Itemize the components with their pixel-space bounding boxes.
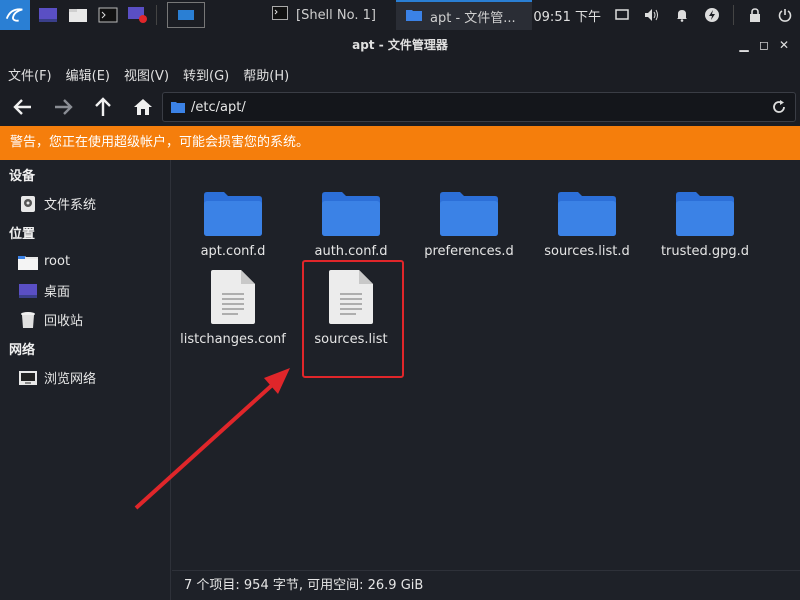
file-item-document[interactable]: listchanges.conf bbox=[174, 264, 292, 347]
panel-separator bbox=[733, 5, 734, 25]
workspace-switcher[interactable] bbox=[167, 2, 205, 28]
home-icon bbox=[134, 99, 152, 115]
location-path: /etc/apt/ bbox=[191, 99, 246, 115]
folder-icon bbox=[410, 176, 528, 236]
arrow-up-icon bbox=[95, 97, 111, 116]
file-name: sources.list.d bbox=[544, 244, 630, 259]
file-manager-launcher-icon[interactable] bbox=[66, 4, 90, 26]
screen-recorder-icon[interactable] bbox=[126, 4, 150, 26]
file-name: listchanges.conf bbox=[180, 332, 286, 347]
file-item-folder[interactable]: preferences.d bbox=[410, 176, 528, 259]
menu-bar: 文件(F) 编辑(E) 视图(V) 转到(G) 帮助(H) bbox=[0, 60, 800, 88]
kali-dragon-icon bbox=[5, 8, 23, 22]
power-manager-icon[interactable] bbox=[703, 6, 721, 24]
sidebar-section-network: 网络 bbox=[9, 343, 36, 358]
annotation-arrow-icon bbox=[134, 368, 290, 510]
menu-file[interactable]: 文件(F) bbox=[8, 65, 52, 84]
menu-go[interactable]: 转到(G) bbox=[183, 65, 229, 84]
volume-icon[interactable] bbox=[643, 6, 661, 24]
file-item-folder[interactable]: auth.conf.d bbox=[292, 176, 410, 259]
text-file-icon bbox=[174, 264, 292, 324]
arrow-right-icon bbox=[55, 99, 73, 115]
folder-icon bbox=[406, 8, 422, 25]
menu-help[interactable]: 帮助(H) bbox=[243, 65, 289, 84]
folder-icon bbox=[292, 176, 410, 236]
display-icon[interactable] bbox=[613, 6, 631, 24]
sidebar-section-places: 位置 bbox=[9, 227, 36, 242]
root-warning-banner: 警告，您正在使用超级帐户，可能会损害您的系统。 bbox=[0, 126, 800, 160]
drive-icon bbox=[18, 195, 38, 213]
sidebar-item-label: root bbox=[44, 254, 71, 269]
back-button[interactable] bbox=[6, 92, 40, 122]
file-name: sources.list bbox=[314, 332, 388, 347]
text-file-icon bbox=[292, 264, 410, 324]
taskbar-item-shell[interactable]: [Shell No. 1] bbox=[262, 0, 394, 30]
taskbar-item-label: [Shell No. 1] bbox=[296, 7, 376, 23]
notification-bell-icon[interactable] bbox=[673, 6, 691, 24]
folder-icon bbox=[646, 176, 764, 236]
folder-icon bbox=[171, 101, 185, 113]
menu-view[interactable]: 视图(V) bbox=[124, 65, 169, 84]
panel-separator bbox=[156, 5, 157, 25]
workspace-window-icon bbox=[178, 10, 194, 20]
terminal-icon bbox=[272, 6, 288, 24]
file-name: apt.conf.d bbox=[200, 244, 266, 259]
window-title: apt - 文件管理器 bbox=[352, 38, 448, 52]
sidebar-section-devices: 设备 bbox=[9, 169, 36, 184]
clock[interactable]: 09:51 下午 bbox=[533, 6, 601, 25]
home-folder-icon bbox=[18, 253, 38, 271]
location-bar[interactable]: /etc/apt/ bbox=[162, 92, 796, 122]
parent-folder-button[interactable] bbox=[86, 92, 120, 122]
sidebar-item-filesystem[interactable]: 文件系统 bbox=[0, 189, 170, 218]
desktop-icon bbox=[18, 282, 38, 300]
home-button[interactable] bbox=[126, 92, 160, 122]
sidebar-item-label: 文件系统 bbox=[44, 198, 97, 213]
sidebar-item-desktop[interactable]: 桌面 bbox=[0, 276, 170, 305]
sidebar-item-label: 浏览网络 bbox=[44, 372, 97, 387]
folder-icon bbox=[528, 176, 646, 236]
sidebar-item-label: 桌面 bbox=[44, 285, 71, 300]
top-panel: [Shell No. 1] apt - 文件管... 09:51 下午 bbox=[0, 0, 800, 30]
logout-icon[interactable] bbox=[776, 6, 794, 24]
file-item-folder[interactable]: sources.list.d bbox=[528, 176, 646, 259]
reload-icon[interactable] bbox=[771, 99, 787, 119]
folder-icon bbox=[174, 176, 292, 236]
trash-icon bbox=[18, 311, 38, 329]
toolbar: /etc/apt/ bbox=[0, 88, 800, 126]
maximize-button[interactable]: ◻ bbox=[754, 30, 774, 60]
system-tray: 09:51 下午 bbox=[533, 0, 800, 30]
minimize-button[interactable]: ▁ bbox=[734, 30, 754, 60]
show-desktop-icon[interactable] bbox=[36, 4, 60, 26]
taskbar-item-file-manager[interactable]: apt - 文件管... bbox=[396, 0, 532, 30]
arrow-left-icon bbox=[13, 99, 31, 115]
file-name: preferences.d bbox=[424, 244, 514, 259]
terminal-launcher-icon[interactable] bbox=[96, 4, 120, 26]
sidebar-item-root[interactable]: root bbox=[0, 247, 170, 276]
file-item-folder[interactable]: apt.conf.d bbox=[174, 176, 292, 259]
window-titlebar[interactable]: apt - 文件管理器 ▁ ◻ ✕ bbox=[0, 30, 800, 60]
forward-button[interactable] bbox=[46, 92, 80, 122]
window-controls: ▁ ◻ ✕ bbox=[734, 30, 794, 60]
sidebar-item-trash[interactable]: 回收站 bbox=[0, 305, 170, 334]
app-menu-button[interactable] bbox=[0, 0, 30, 30]
file-item-document[interactable]: sources.list bbox=[292, 264, 410, 347]
file-name: trusted.gpg.d bbox=[660, 244, 750, 259]
status-bar: 7 个项目: 954 字节, 可用空间: 26.9 GiB bbox=[172, 570, 800, 600]
file-item-folder[interactable]: trusted.gpg.d bbox=[646, 176, 764, 259]
close-button[interactable]: ✕ bbox=[774, 30, 794, 60]
sidebar-item-label: 回收站 bbox=[44, 314, 84, 329]
taskbar-item-label: apt - 文件管... bbox=[430, 10, 516, 26]
lock-icon[interactable] bbox=[746, 6, 764, 24]
network-icon bbox=[18, 369, 38, 387]
file-name: auth.conf.d bbox=[314, 244, 388, 259]
menu-edit[interactable]: 编辑(E) bbox=[66, 65, 110, 84]
